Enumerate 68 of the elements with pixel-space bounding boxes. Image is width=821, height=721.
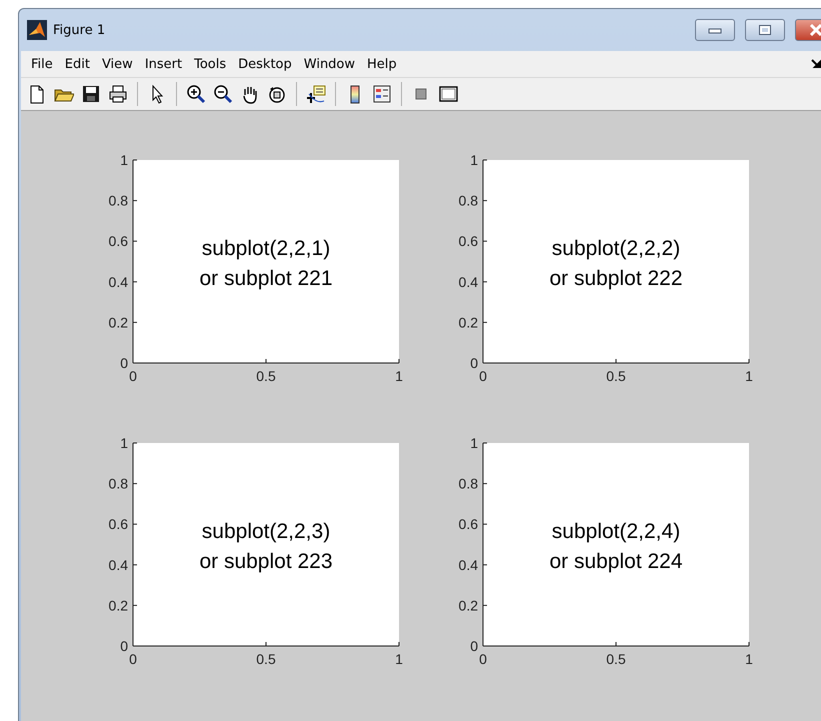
rotate-icon[interactable] — [267, 84, 287, 104]
tick-label: 0.4 — [458, 274, 478, 290]
zoom-out-icon[interactable] — [213, 84, 233, 104]
tick-label: 0.6 — [108, 516, 128, 532]
tick-label: 1 — [395, 651, 403, 667]
menu-item[interactable]: View — [96, 56, 139, 72]
tick-label: 1 — [745, 651, 753, 667]
tick-label: 0.5 — [256, 368, 276, 384]
tick-label: 1 — [120, 435, 128, 451]
tick-label: 0.5 — [606, 651, 626, 667]
dock-arrow-icon[interactable] — [811, 58, 821, 70]
tick-label: 0 — [470, 638, 478, 654]
panel-icon[interactable] — [438, 84, 458, 104]
tick-label: 1 — [745, 368, 753, 384]
annotation-text: or subplot 223 — [199, 550, 333, 573]
menu-item[interactable]: File — [25, 56, 59, 72]
annotation-text: subplot(2,2,1) — [202, 237, 330, 260]
menu-item[interactable]: Help — [361, 56, 403, 72]
tick-label: 0 — [129, 651, 137, 667]
tick-label: 1 — [470, 152, 478, 168]
tick-label: 0.2 — [108, 314, 128, 330]
menu-item[interactable]: Insert — [138, 56, 188, 72]
annotation-text: or subplot 221 — [199, 267, 333, 290]
tick-label: 0.6 — [458, 516, 478, 532]
tick-label: 0.5 — [256, 651, 276, 667]
menu-item[interactable]: Desktop — [232, 56, 298, 72]
tick-label: 1 — [120, 152, 128, 168]
annotation-text: subplot(2,2,4) — [552, 520, 680, 543]
tick-label: 0.2 — [458, 597, 478, 614]
annotation-text: subplot(2,2,3) — [202, 520, 330, 543]
save-icon[interactable] — [81, 84, 101, 104]
tick-label: 0.8 — [108, 476, 128, 492]
tick-label: 0 — [120, 638, 128, 654]
annotation-text: or subplot 222 — [549, 267, 683, 290]
tick-label: 0.6 — [458, 233, 478, 250]
zoom-in-icon[interactable] — [186, 84, 206, 104]
tick-label: 0.4 — [458, 556, 478, 573]
tick-label: 0.4 — [108, 274, 128, 290]
tick-label: 0.8 — [458, 192, 478, 209]
tick-label: 0 — [479, 368, 487, 384]
tick-label: 0.2 — [108, 597, 128, 614]
app-logo-icon — [27, 20, 47, 40]
menu-item[interactable]: Tools — [188, 56, 232, 72]
printer-icon[interactable] — [108, 84, 128, 104]
tick-label: 0.5 — [606, 368, 626, 384]
tick-label: 0 — [470, 355, 478, 371]
close-icon[interactable] — [809, 24, 821, 36]
tick-label: 0.6 — [108, 233, 128, 250]
menu-item[interactable]: Edit — [58, 56, 96, 72]
tick-label: 0 — [479, 651, 487, 667]
minimize-button[interactable] — [695, 19, 735, 41]
restore-icon[interactable] — [758, 24, 772, 36]
minimize-icon[interactable] — [708, 26, 722, 34]
data-cursor-icon[interactable] — [306, 84, 326, 104]
tick-label: 0.8 — [458, 476, 478, 492]
tick-label: 0 — [120, 355, 128, 371]
tick-label: 0 — [129, 368, 137, 384]
menu-item[interactable]: Window — [298, 56, 362, 72]
tick-label: 0.4 — [108, 556, 128, 573]
annotation-text: or subplot 224 — [549, 550, 683, 573]
window-title: Figure 1 — [53, 22, 106, 38]
legend-icon[interactable] — [372, 84, 392, 104]
tick-label: 1 — [395, 368, 403, 384]
restore-button[interactable] — [745, 19, 785, 41]
tick-label: 0.2 — [458, 314, 478, 330]
tick-label: 0.8 — [108, 192, 128, 209]
annotation-text: subplot(2,2,2) — [552, 237, 680, 260]
tick-label: 1 — [470, 435, 478, 451]
